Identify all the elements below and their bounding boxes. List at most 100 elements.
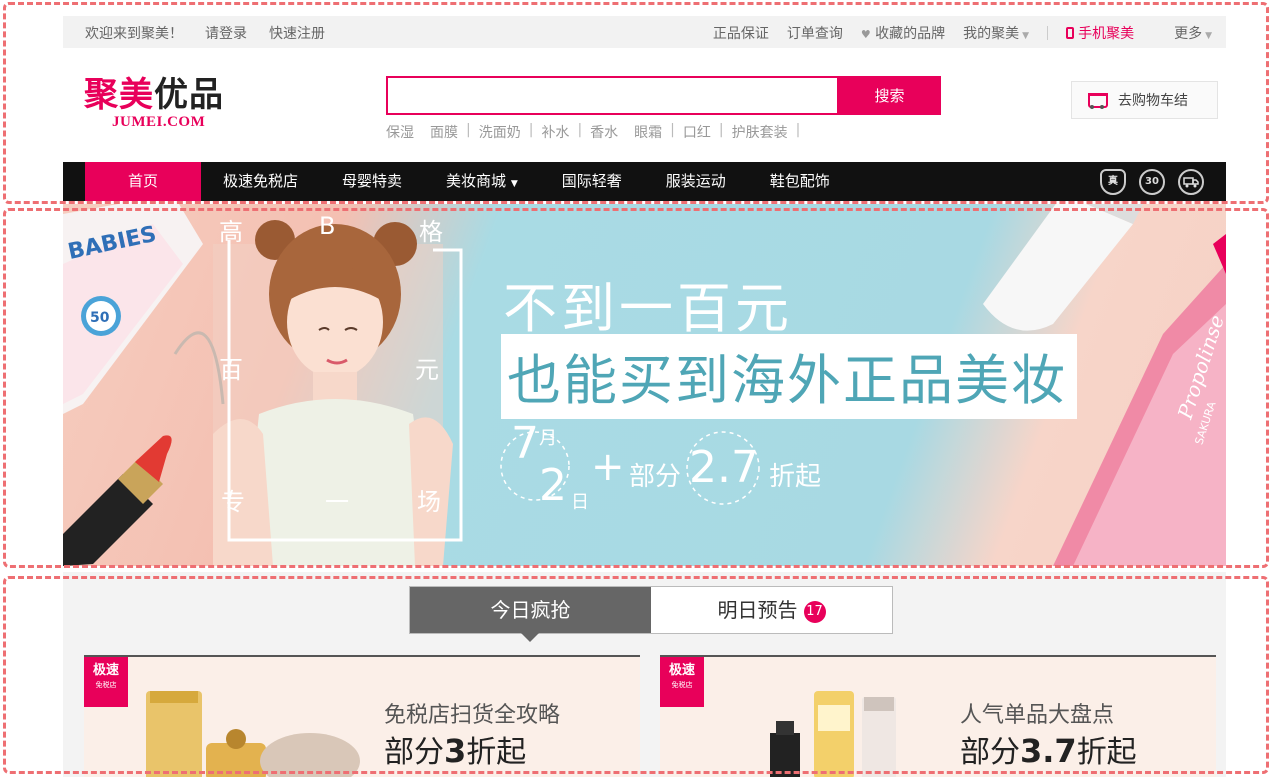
- cosmetics-product-image: [146, 691, 360, 777]
- deal-discount: 部分3.7折起: [960, 727, 1137, 771]
- frame-char: 元: [415, 356, 439, 384]
- register-link[interactable]: 快速注册: [269, 23, 325, 43]
- deal-subtitle: 人气单品大盘点: [960, 703, 1115, 728]
- promo-month-suffix: 月: [539, 428, 557, 449]
- search-button[interactable]: 搜索: [838, 76, 941, 115]
- promo-day: 2: [539, 460, 567, 511]
- deal-suffix: 折起: [466, 735, 527, 770]
- nav-item-label: 美妆商城: [446, 172, 507, 190]
- deal-subtitle: 免税店扫货全攻略: [384, 703, 561, 728]
- favorite-brands-label: 收藏的品牌: [875, 26, 946, 42]
- more-menu[interactable]: 更多 ▼: [1174, 23, 1212, 43]
- tag-label: 极速: [92, 663, 119, 678]
- frame-char: B: [319, 212, 336, 240]
- frame-char: 高: [219, 218, 243, 246]
- search-bar: 搜索: [386, 76, 941, 115]
- tab-tomorrow[interactable]: 明日预告 17: [651, 587, 892, 633]
- divider: |: [577, 122, 583, 138]
- tag-label: 极速: [668, 663, 695, 678]
- deal-discount-number: 3.7: [1020, 732, 1077, 770]
- nav-item-luxury[interactable]: 国际轻奢: [540, 162, 644, 201]
- preview-count-badge: 17: [803, 601, 826, 623]
- phone-icon: [1066, 27, 1075, 39]
- cart-label: 去购物车结: [1118, 93, 1188, 109]
- mobile-jumei-label: 手机聚美: [1078, 26, 1135, 42]
- favorite-brands-link[interactable]: ♥ 收藏的品牌: [861, 23, 945, 43]
- tab-today[interactable]: 今日疯抢: [410, 587, 651, 642]
- hotword-link[interactable]: 洗面奶: [479, 122, 521, 142]
- toner-bottle-image: [983, 204, 1143, 331]
- frame-char: 百: [219, 356, 243, 384]
- tab-tomorrow-label: 明日预告: [717, 598, 798, 622]
- chevron-down-icon: ▼: [1205, 31, 1212, 41]
- logo-text-jumei: 聚美: [84, 75, 154, 115]
- deal-prefix: 部分: [384, 735, 444, 770]
- mobile-jumei-link[interactable]: 手机聚美: [1066, 23, 1134, 43]
- heart-icon: ♥: [860, 28, 871, 41]
- chevron-down-icon: ▼: [1022, 31, 1030, 41]
- promo-day-suffix: 日: [571, 492, 589, 513]
- logo-domain: JUMEI.COM: [112, 114, 206, 130]
- hotword-link[interactable]: 眼霜: [634, 122, 662, 142]
- thirty-day-return-icon[interactable]: 30: [1139, 169, 1165, 195]
- top-utility-bar: 欢迎来到聚美！ 请登录 快速注册 正品保证 订单查询 ♥ 收藏的品牌 我的聚美 ▼…: [63, 16, 1226, 48]
- delivery-truck-icon[interactable]: [1178, 169, 1204, 195]
- skincare-product-image: [770, 691, 896, 777]
- hero-headline: 不到一百元: [503, 277, 793, 340]
- nav-item-duty-free[interactable]: 极速免税店: [201, 162, 320, 201]
- divider: |: [528, 122, 534, 138]
- login-link[interactable]: 请登录: [205, 23, 247, 43]
- frame-char: 一: [325, 488, 349, 516]
- my-jumei-label: 我的聚美: [963, 26, 1020, 42]
- nav-item-baby[interactable]: 母婴特卖: [320, 162, 424, 201]
- hero-subheadline: 也能买到海外正品美妆: [501, 334, 1077, 419]
- hotword-link[interactable]: 面膜: [430, 122, 458, 142]
- hotword-link[interactable]: 保湿: [386, 122, 414, 142]
- plus-sign: +: [591, 444, 625, 490]
- lipstick-image: [63, 435, 172, 566]
- frame-char: 场: [417, 488, 441, 516]
- nav-item-home[interactable]: 首页: [85, 162, 201, 201]
- shopping-cart-icon: [1084, 91, 1108, 109]
- hotword-link[interactable]: 补水: [541, 122, 569, 142]
- hot-search-words: 保湿 面膜 | 洗面奶 | 补水 | 香水 眼霜 | 口红 | 护肤套装 |: [386, 122, 800, 142]
- nav-item-beauty-mall[interactable]: 美妆商城 ▼: [424, 162, 540, 201]
- logo-text-youpin: 优品: [154, 75, 224, 115]
- hotword-link[interactable]: 护肤套装: [732, 122, 788, 142]
- site-logo[interactable]: 聚美优品 JUMEI.COM: [84, 76, 254, 131]
- welcome-text: 欢迎来到聚美！: [85, 26, 183, 42]
- deal-suffix: 折起: [1076, 735, 1137, 770]
- deal-card[interactable]: 极速免税店 人气单品大盘点 部分3.7折起: [660, 655, 1216, 777]
- spf-label: 50: [90, 310, 110, 326]
- genuine-guarantee-link[interactable]: 正品保证: [713, 23, 769, 43]
- search-input[interactable]: [386, 76, 839, 115]
- model-photo: [173, 220, 453, 566]
- nav-item-apparel[interactable]: 服装运动: [644, 162, 748, 201]
- deal-card[interactable]: 极速免税店 免税店扫货全攻略 部分3折起: [84, 655, 640, 777]
- hotword-link[interactable]: 香水: [590, 122, 618, 142]
- jumei-homepage: 欢迎来到聚美！ 请登录 快速注册 正品保证 订单查询 ♥ 收藏的品牌 我的聚美 ▼…: [0, 0, 1274, 777]
- divider: |: [466, 122, 471, 138]
- deal-tabs: 今日疯抢 明日预告 17: [409, 586, 893, 642]
- hero-banner[interactable]: BABIES 50 Propolinse SAKURA 高 B 格 百 元 专 …: [63, 204, 1226, 566]
- duty-free-tag: 极速 免税店: [84, 657, 128, 707]
- deal-discount: 部分3折起: [384, 727, 526, 771]
- divider: [1047, 26, 1049, 40]
- deal-discount-number: 3: [444, 732, 467, 770]
- main-nav: 首页 极速免税店 母婴特卖 美妆商城 ▼ 国际轻奢 服装运动 鞋包配饰 真 30: [63, 162, 1226, 201]
- cart-button[interactable]: 去购物车结: [1071, 81, 1218, 119]
- divider: |: [670, 122, 675, 138]
- my-jumei-menu[interactable]: 我的聚美 ▼: [963, 23, 1029, 43]
- order-query-link[interactable]: 订单查询: [787, 23, 843, 43]
- promo-prefix: 部分: [629, 462, 682, 492]
- genuine-shield-icon[interactable]: 真: [1100, 169, 1126, 195]
- duty-free-tag: 极速 免税店: [660, 657, 704, 707]
- deal-prefix: 部分: [960, 735, 1020, 770]
- nav-item-shoes-bags[interactable]: 鞋包配饰: [748, 162, 852, 201]
- promo-month: 7: [511, 418, 539, 469]
- tag-sublabel: 免税店: [671, 681, 693, 689]
- tag-sublabel: 免税店: [95, 681, 117, 689]
- divider: |: [795, 122, 801, 138]
- hotword-link[interactable]: 口红: [683, 122, 711, 142]
- frame-char: 格: [419, 218, 443, 246]
